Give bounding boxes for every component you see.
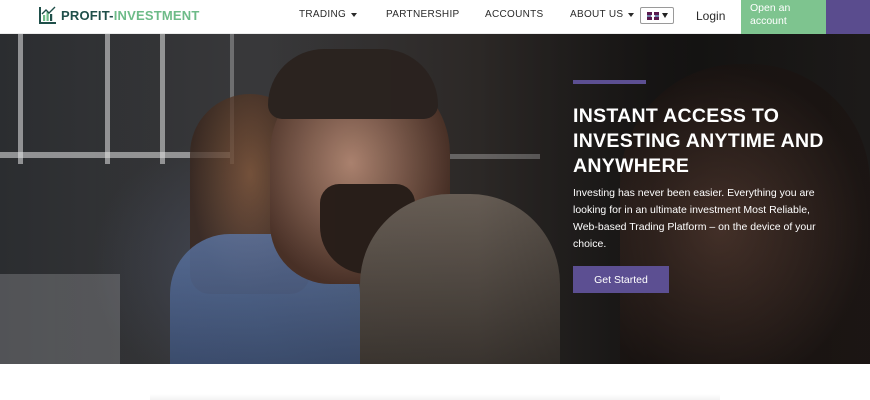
chevron-down-icon [351,12,358,17]
site-header: PROFIT-INVESTMENT TRADING PARTNERSHIP AC… [0,0,870,34]
nav-trading[interactable]: TRADING [299,9,358,20]
language-selector[interactable] [640,7,674,24]
hero-accent-bar [573,80,646,84]
nav-about-us-label: ABOUT US [570,9,624,20]
nav-accounts-label: ACCOUNTS [485,9,544,20]
hero-section: INSTANT ACCESS TO INVESTING ANYTIME AND … [0,34,870,364]
get-started-button[interactable]: Get Started [573,266,669,293]
logo-text-accent: INVESTMENT [113,7,200,23]
nav-about-us[interactable]: ABOUT US [570,9,635,20]
caret-down-icon [661,13,668,18]
hero-description: Investing has never been easier. Everyth… [573,187,816,250]
nav-partnership[interactable]: PARTNERSHIP [386,9,460,20]
uk-flag-icon [646,11,659,20]
chevron-down-icon [628,12,635,17]
nav-accounts[interactable]: ACCOUNTS [485,9,544,20]
section-divider [150,394,720,400]
logo[interactable]: PROFIT-INVESTMENT [38,4,199,26]
header-accent-block [826,0,870,34]
bar-chart-logo-icon [39,6,56,24]
next-section [0,364,870,400]
open-account-button[interactable]: Open an account [741,0,826,34]
logo-text-main: PROFIT- [61,7,114,23]
hero-title: INSTANT ACCESS TO INVESTING ANYTIME AND … [573,105,824,177]
nav-trading-label: TRADING [299,9,347,20]
login-link[interactable]: Login [696,9,725,23]
nav-partnership-label: PARTNERSHIP [386,9,460,20]
